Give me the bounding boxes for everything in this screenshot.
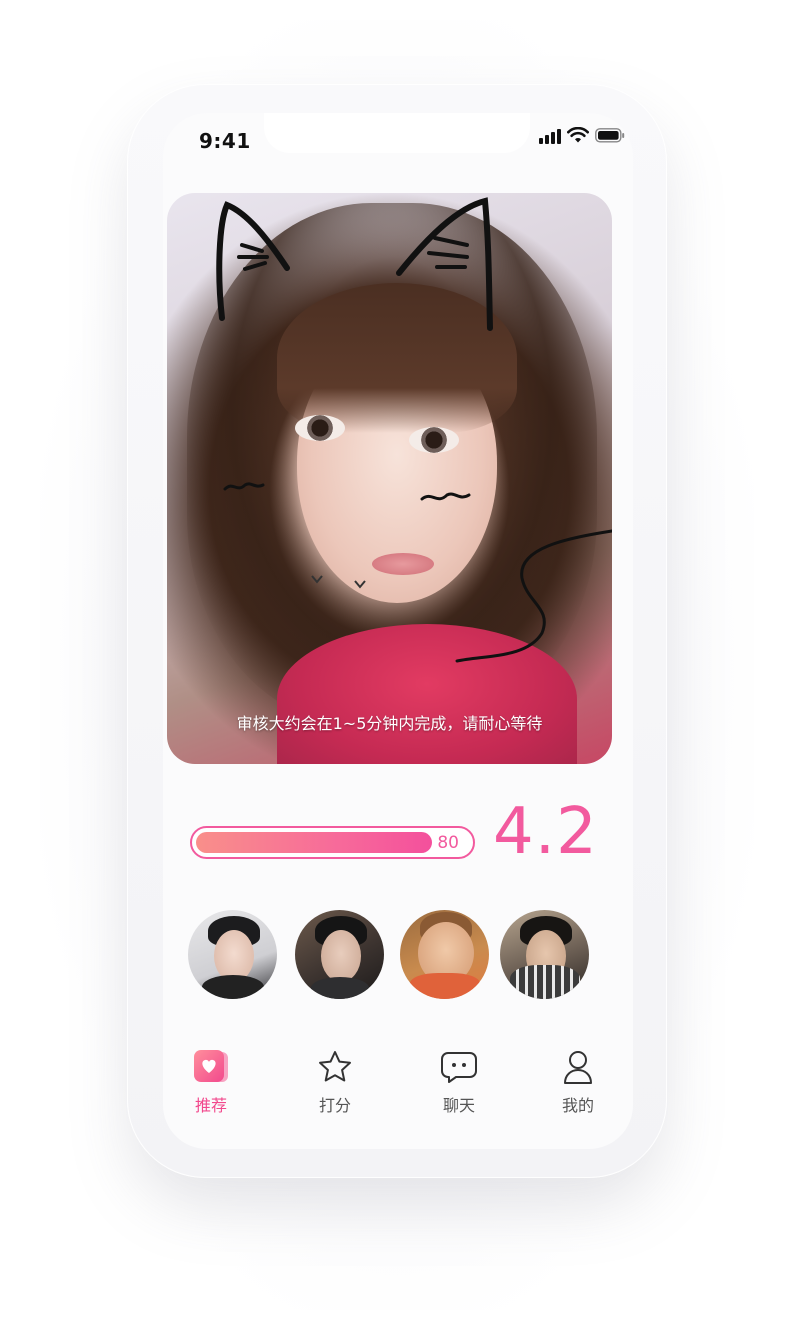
score-progress-fill (196, 832, 432, 853)
tab-rate[interactable]: 打分 (295, 1048, 375, 1116)
review-status-caption: 审核大约会在1~5分钟内完成，请耐心等待 (236, 714, 543, 733)
tab-chat[interactable]: 聊天 (419, 1048, 499, 1116)
notch (264, 113, 530, 153)
phone-screen: 9:41 审核大约会在1~5分钟内完成，请耐心等待 80 4.2 推荐 打分 聊… (163, 113, 633, 1149)
tab-label: 聊天 (442, 1096, 475, 1115)
avatar[interactable] (400, 910, 489, 999)
avatar[interactable] (188, 910, 277, 999)
battery-icon (595, 128, 625, 143)
avatar[interactable] (500, 910, 589, 999)
cat-ears-doodle-icon (216, 197, 612, 663)
tab-mine[interactable]: 我的 (538, 1048, 618, 1116)
recent-raters-list (188, 910, 598, 1000)
score-progress-value: 80 (437, 833, 459, 853)
chat-bubble-icon (441, 1052, 477, 1083)
cards-heart-icon (194, 1050, 228, 1082)
user-icon (564, 1051, 592, 1084)
status-time: 9:41 (199, 129, 251, 153)
wifi-icon (567, 127, 589, 143)
tab-label: 我的 (561, 1096, 594, 1115)
canvas: 9:41 审核大约会在1~5分钟内完成，请耐心等待 80 4.2 推荐 打分 聊… (0, 0, 794, 1342)
avatar[interactable] (295, 910, 384, 999)
tab-recommend[interactable]: 推荐 (171, 1048, 251, 1116)
tab-label: 打分 (318, 1096, 351, 1115)
star-icon (319, 1051, 351, 1082)
profile-photo-card[interactable]: 审核大约会在1~5分钟内完成，请耐心等待 (167, 193, 612, 764)
score-progress-bar: 80 (190, 826, 475, 859)
bottom-tab-bar: 推荐 打分 聊天 我的 (163, 1048, 633, 1128)
rating-score: 4.2 (493, 795, 598, 869)
cellular-signal-icon (539, 128, 561, 144)
status-icons (539, 127, 625, 144)
tab-label: 推荐 (194, 1096, 227, 1115)
